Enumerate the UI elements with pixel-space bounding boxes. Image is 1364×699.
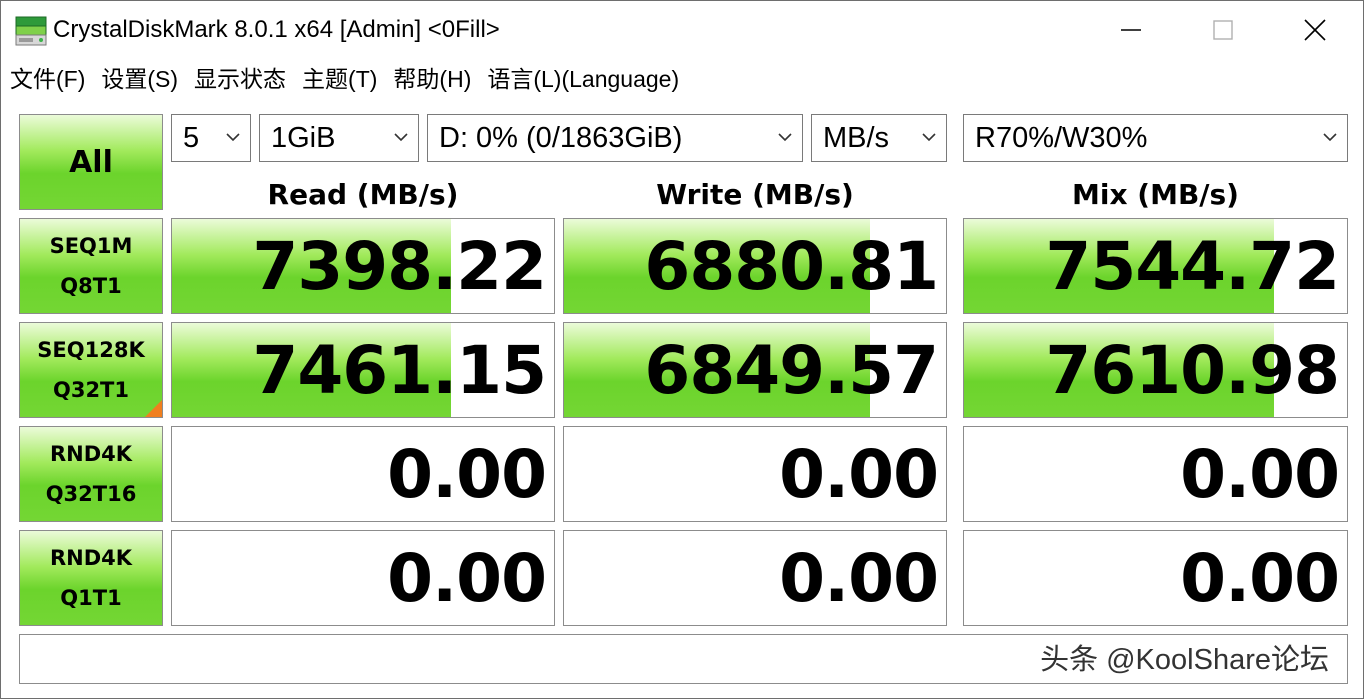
result-cell-write: 0.00 [563,530,947,626]
rnd4k-q32t16-button[interactable]: RND4K Q32T16 [19,426,163,522]
test-size-value: 1GiB [271,122,336,154]
result-cell-read: 7398.22 [171,218,555,314]
test-size-select[interactable]: 1GiB [259,114,419,162]
read-value: 7398.22 [252,228,547,305]
result-cell-mix: 7610.98 [963,322,1348,418]
mix-ratio-value: R70%/W30% [975,122,1148,154]
orange-corner-marker [145,400,162,417]
write-column-header: Write (MB/s) [656,178,854,211]
menu-display[interactable]: 显示状态 [186,64,294,94]
watermark: 头条 @KoolShare论坛 [1040,644,1329,676]
chevron-down-icon [226,133,240,142]
mix-value: 0.00 [1180,436,1340,513]
test-name-label: SEQ128K [37,338,145,362]
mix-column-header: Mix (MB/s) [1072,178,1239,211]
read-value: 0.00 [387,436,547,513]
seq128k-q32t1-button[interactable]: SEQ128K Q32T1 [19,322,163,418]
app-window: CrystalDiskMark 8.0.1 x64 [Admin] <0Fill… [0,0,1364,699]
seq1m-q8t1-button[interactable]: SEQ1M Q8T1 [19,218,163,314]
menu-bar: 文件(F) 设置(S) 显示状态 主题(T) 帮助(H) 语言(L)(Langu… [1,61,687,97]
write-value: 0.00 [779,540,939,617]
maximize-button[interactable] [1177,5,1269,55]
menu-file[interactable]: 文件(F) [1,64,93,94]
menu-theme[interactable]: 主题(T) [294,64,385,94]
close-icon [1304,19,1326,41]
result-cell-write: 6849.57 [563,322,947,418]
result-cell-read: 0.00 [171,530,555,626]
unit-select[interactable]: MB/s [811,114,947,162]
unit-value: MB/s [823,122,890,154]
test-name-label: SEQ1M [49,234,133,258]
write-value: 6849.57 [644,332,939,409]
test-name-label: RND4K [49,442,133,466]
minimize-button[interactable] [1085,5,1177,55]
menu-settings[interactable]: 设置(S) [93,64,186,94]
result-cell-mix: 0.00 [963,426,1348,522]
chevron-down-icon [778,133,792,142]
test-count-select[interactable]: 5 [171,114,251,162]
chevron-down-icon [394,133,408,142]
menu-help[interactable]: 帮助(H) [385,64,479,94]
test-queue-label: Q32T1 [52,378,129,402]
write-value: 6880.81 [644,228,939,305]
test-queue-label: Q32T16 [45,482,137,506]
drive-value: D: 0% (0/1863GiB) [439,122,683,154]
menu-language[interactable]: 语言(L)(Language) [479,64,687,94]
mix-value: 7544.72 [1045,228,1340,305]
chevron-down-icon [922,133,936,142]
read-value: 7461.15 [252,332,547,409]
mix-value: 7610.98 [1045,332,1340,409]
crystaldiskmark-disk-icon [15,16,47,46]
result-cell-write: 0.00 [563,426,947,522]
write-value: 0.00 [779,436,939,513]
minimize-icon [1121,29,1141,31]
result-cell-mix: 7544.72 [963,218,1348,314]
comment-input[interactable]: 头条 @KoolShare论坛 [19,634,1348,684]
result-cell-read: 0.00 [171,426,555,522]
window-title: CrystalDiskMark 8.0.1 x64 [Admin] <0Fill… [53,16,500,43]
maximize-icon [1213,20,1233,40]
drive-select[interactable]: D: 0% (0/1863GiB) [427,114,803,162]
test-count-value: 5 [183,122,200,154]
read-column-header: Read (MB/s) [267,178,459,211]
read-value: 0.00 [387,540,547,617]
mix-ratio-select[interactable]: R70%/W30% [963,114,1348,162]
test-name-label: RND4K [49,546,133,570]
close-button[interactable] [1269,5,1361,55]
title-bar[interactable]: CrystalDiskMark 8.0.1 x64 [Admin] <0Fill… [1,1,1363,59]
mix-value: 0.00 [1180,540,1340,617]
rnd4k-q1t1-button[interactable]: RND4K Q1T1 [19,530,163,626]
result-cell-write: 6880.81 [563,218,947,314]
test-queue-label: Q8T1 [60,274,122,298]
result-cell-mix: 0.00 [963,530,1348,626]
chevron-down-icon [1323,133,1337,142]
test-queue-label: Q1T1 [60,586,122,610]
result-cell-read: 7461.15 [171,322,555,418]
all-button[interactable]: All [19,114,163,210]
